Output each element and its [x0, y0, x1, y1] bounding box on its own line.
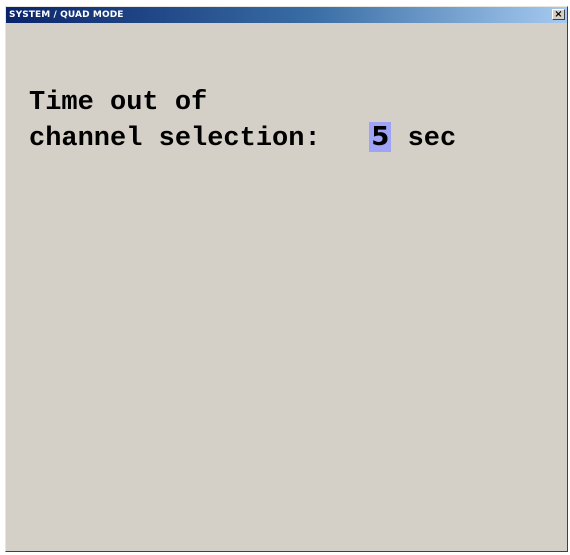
- title-bar[interactable]: SYSTEM / QUAD MODE ×: [6, 7, 567, 23]
- setting-label-line1: Time out of: [29, 88, 208, 118]
- dialog-content: Time out of channel selection: 5 sec: [6, 23, 567, 551]
- setting-row: channel selection: 5 sec: [29, 122, 456, 154]
- timeout-value-field[interactable]: 5: [369, 122, 392, 152]
- setting-label-line2: channel selection:: [29, 124, 321, 154]
- dialog-window: SYSTEM / QUAD MODE × Time out of channel…: [5, 6, 568, 552]
- close-icon: ×: [554, 8, 563, 20]
- timeout-unit-label: sec: [407, 124, 457, 154]
- window-title: SYSTEM / QUAD MODE: [9, 10, 124, 20]
- close-button[interactable]: ×: [552, 9, 565, 20]
